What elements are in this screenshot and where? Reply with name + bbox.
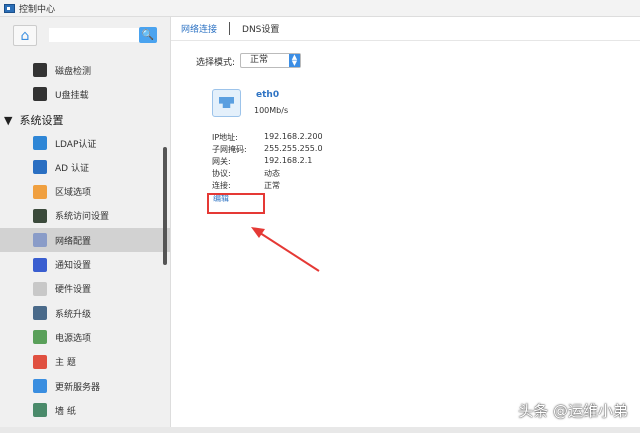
sidebar-item-label: 系统访问设置 [55, 212, 110, 223]
interface-details: IP地址: 192.168.2.200 子网掩码: 255.255.255.0 网关… [212, 132, 323, 192]
mode-select[interactable]: 正常 ▲ ▼ [240, 53, 301, 68]
tab-dns-settings[interactable]: DNS设置 [242, 22, 279, 35]
sidebar-item[interactable]: 系统升级 [0, 301, 165, 325]
search-input[interactable] [49, 28, 139, 42]
sidebar-item[interactable]: 通知设置 [0, 253, 165, 277]
sidebar-item[interactable]: AD 认证 [0, 155, 165, 179]
annotation-highlight-box [207, 193, 265, 214]
tab-divider [229, 22, 231, 35]
sidebar-item[interactable]: 墙 纸 [0, 398, 165, 422]
select-arrows-icon: ▲ ▼ [289, 54, 300, 67]
search-icon: 🔍 [141, 29, 155, 41]
sidebar-item[interactable]: LDAP认证 [0, 131, 165, 155]
sidebar-item-label: LDAP认证 [55, 139, 97, 150]
home-icon: ⌂ [20, 27, 30, 44]
sidebar-item-label: 区域选项 [55, 188, 92, 199]
detail-row: 协议: 动态 [212, 169, 280, 178]
interface-name[interactable]: eth0 [256, 90, 279, 100]
sidebar-item-icon [33, 403, 47, 418]
mode-label: 选择模式: [196, 58, 236, 68]
sidebar-item[interactable]: 磁盘检测 [0, 58, 165, 82]
app-icon [4, 3, 15, 13]
window-title: 控制中心 [19, 4, 56, 15]
sidebar-item-label: 墙 纸 [55, 406, 76, 417]
sidebar-item-icon [33, 63, 47, 77]
sidebar-item-icon [33, 160, 47, 175]
sidebar-item-label: 电源选项 [55, 333, 92, 344]
sidebar-item-label: 网络配置 [55, 236, 92, 247]
sidebar-item-label: 磁盘检测 [55, 66, 92, 77]
sidebar-item[interactable]: 硬件设置 [0, 277, 165, 301]
sidebar-item[interactable]: 更新服务器 [0, 374, 165, 398]
detail-row: IP地址: 192.168.2.200 [212, 132, 323, 142]
sidebar-item-icon [33, 257, 47, 272]
home-button[interactable]: ⌂ [13, 25, 37, 46]
ethernet-port-icon [212, 89, 241, 117]
sidebar-item-label: AD 认证 [55, 163, 89, 174]
sidebar-item-icon [33, 87, 47, 102]
sidebar-item[interactable]: U盘挂载 [0, 82, 165, 106]
sidebar-item-icon [33, 379, 47, 393]
sidebar-item-icon [33, 136, 47, 150]
sidebar-item-label: 硬件设置 [55, 285, 92, 296]
interface-speed: 100Mb/s [254, 106, 289, 115]
sidebar-item[interactable]: 电源选项 [0, 325, 165, 349]
sidebar-item-label: 系统升级 [55, 309, 92, 320]
sidebar-item[interactable]: 系统访问设置 [0, 204, 165, 228]
sidebar-item-label: 通知设置 [55, 261, 92, 271]
detail-row: 子网掩码: 255.255.255.0 [212, 144, 323, 154]
sidebar-item-label: 主 题 [55, 358, 76, 369]
collapse-triangle-icon: ▼ [4, 114, 13, 127]
watermark: 头条 @运维小弟 [518, 402, 628, 420]
detail-row: 连接: 正常 [212, 181, 280, 190]
title-bar: 控制中心 [0, 0, 640, 17]
sidebar-item[interactable]: 网络配置 [0, 228, 170, 253]
sidebar-item[interactable]: 主 题 [0, 350, 165, 374]
tab-network-connection[interactable]: 网络连接 [181, 22, 217, 35]
sidebar-item-icon [33, 208, 47, 223]
sidebar-item-icon [33, 184, 47, 199]
sidebar-item-label: U盘挂载 [55, 90, 89, 101]
bottom-bar [0, 427, 640, 433]
detail-row: 网关: 192.168.2.1 [212, 156, 313, 166]
search-button[interactable]: 🔍 [139, 27, 157, 43]
sidebar-item-icon [33, 354, 47, 369]
scrollbar[interactable] [163, 147, 167, 265]
sidebar-item-icon [33, 281, 47, 296]
sidebar-item-label: 更新服务器 [55, 382, 101, 393]
tab-bar: 网络连接 DNS设置 [171, 17, 640, 41]
sidebar-item-icon [33, 233, 47, 248]
group-system-settings[interactable]: ▼ 系统设置 [4, 112, 63, 128]
sidebar-item-icon [33, 330, 47, 345]
annotation-arrow-icon [251, 227, 320, 272]
sidebar-item-icon [33, 306, 47, 321]
sidebar-item[interactable]: 区域选项 [0, 180, 165, 204]
sidebar: ⌂ 🔍 磁盘检测 U盘挂载 ▼ 系统设置 LDAP认证 AD 认证区域选项系统访问设… [0, 17, 171, 427]
